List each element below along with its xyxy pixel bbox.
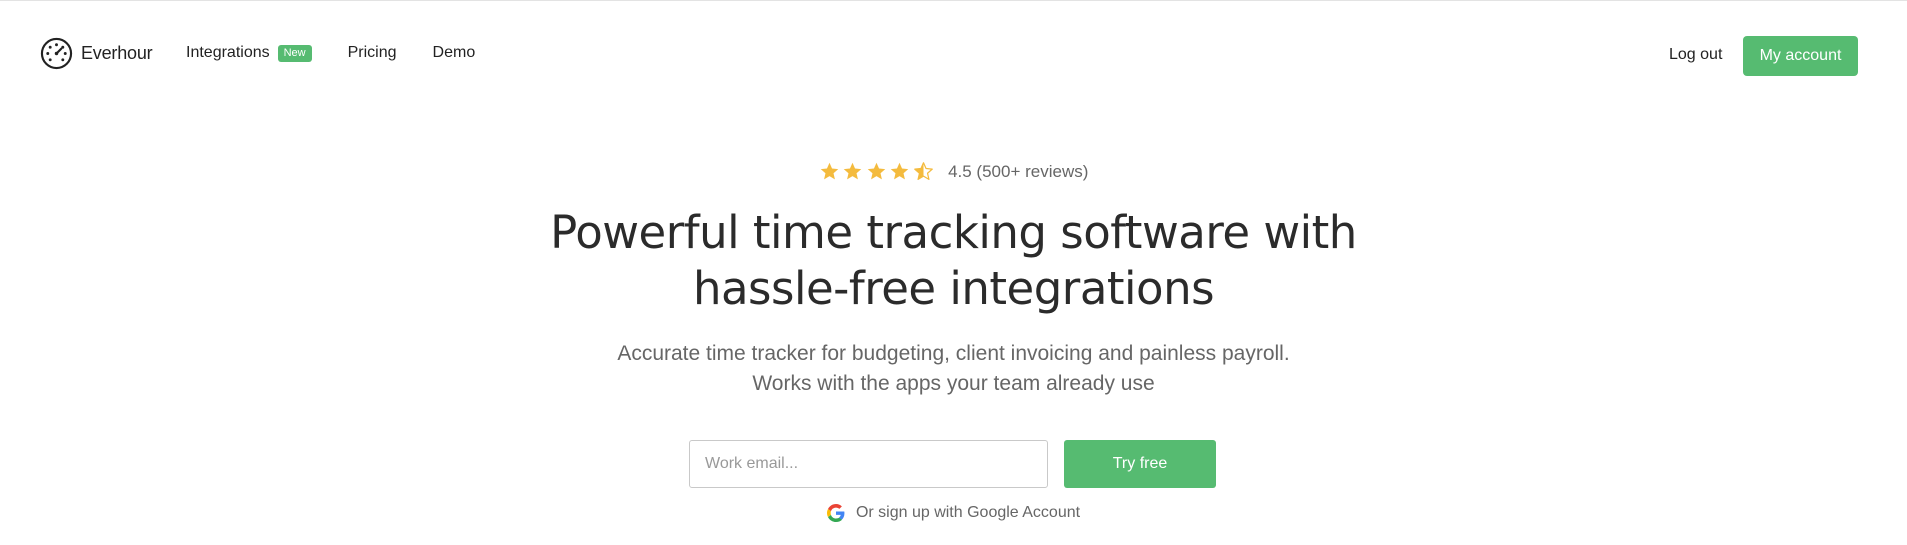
hero-subheading: Accurate time tracker for budgeting, cli…: [0, 339, 1907, 399]
everhour-logo-icon: [40, 37, 73, 70]
brand-name: Everhour: [81, 43, 153, 63]
my-account-button[interactable]: My account: [1743, 36, 1858, 76]
work-email-input[interactable]: [689, 440, 1048, 488]
main-nav: Integrations New Pricing Demo: [186, 44, 511, 62]
rating-text: 4.5 (500+ reviews): [948, 161, 1089, 181]
headline-line-2: hassle-free integrations: [692, 262, 1215, 315]
google-icon: [826, 504, 845, 522]
nav-item-demo[interactable]: Demo: [433, 44, 476, 62]
star-icon: [890, 162, 909, 180]
hero-headline: Powerful time tracking software with has…: [0, 205, 1907, 317]
try-free-button[interactable]: Try free: [1064, 440, 1216, 488]
rating-row: 4.5 (500+ reviews): [0, 161, 1907, 182]
star-icon: [843, 162, 862, 180]
nav-item-label: Integrations: [186, 44, 270, 61]
nav-item-label: Pricing: [347, 44, 397, 61]
google-signup-link[interactable]: Or sign up with Google Account: [0, 504, 1907, 522]
star-icon: [820, 162, 838, 180]
new-badge: New: [277, 44, 312, 62]
logo-link[interactable]: Everhour: [40, 37, 153, 70]
rating-stars: [819, 161, 937, 182]
star-icon: [867, 162, 885, 180]
nav-item-label: Demo: [432, 44, 476, 61]
half-star-icon: [913, 162, 933, 180]
logout-link[interactable]: Log out: [1669, 46, 1722, 64]
nav-item-integrations[interactable]: Integrations New: [186, 44, 312, 62]
headline-line-1: Powerful time tracking software with: [550, 206, 1357, 259]
site-header: Everhour Integrations New Pricing Demo L…: [0, 1, 1907, 109]
subheading-line-2: Works with the apps your team already us…: [752, 372, 1155, 395]
subheading-line-1: Accurate time tracker for budgeting, cli…: [617, 342, 1290, 365]
google-signup-label: Or sign up with Google Account: [855, 504, 1081, 521]
nav-item-pricing[interactable]: Pricing: [348, 44, 397, 62]
